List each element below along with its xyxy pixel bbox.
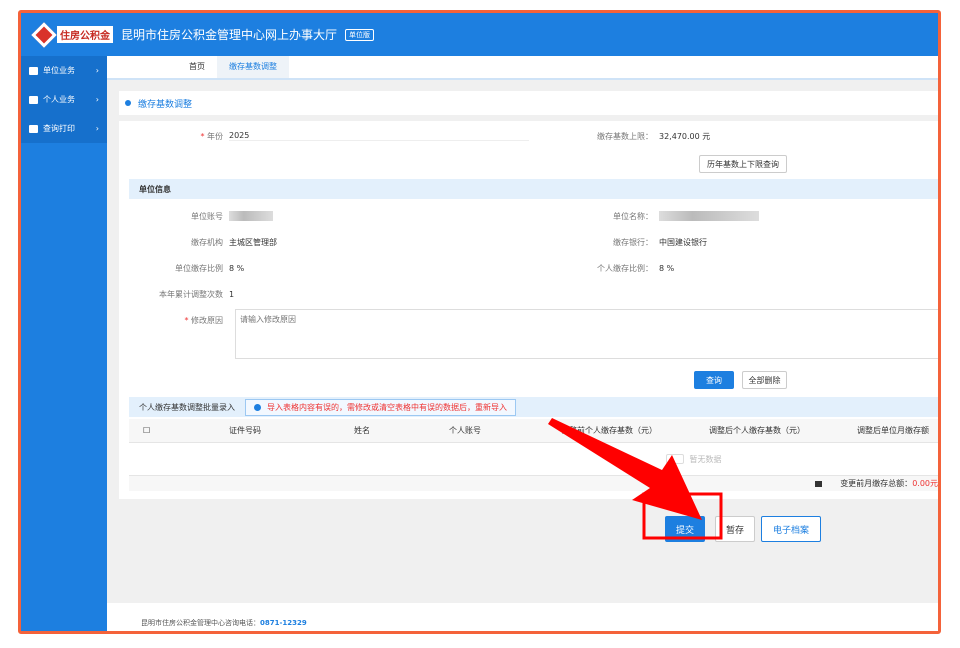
- app-window: 住房公积金 昆明市住房公积金管理中心网上办事大厅 单位版 单位业务 › 个人业务 ›…: [18, 10, 941, 634]
- query-button[interactable]: 查询: [694, 371, 734, 389]
- history-limits-button[interactable]: 历年基数上下限查询: [699, 155, 787, 173]
- agency-value: 主城区管理部: [229, 237, 277, 247]
- sidebar-item-label: 查询打印: [43, 124, 75, 133]
- year-label: * 年份: [200, 131, 223, 141]
- sidebar-item-personal[interactable]: 个人业务 ›: [21, 85, 107, 114]
- logo-icon: [31, 21, 57, 48]
- adjust-count-label: 本年累计调整次数: [159, 289, 223, 299]
- cap-label: 缴存基数上限：: [597, 131, 653, 141]
- sidebar-item-print[interactable]: 查询打印 ›: [21, 114, 107, 143]
- personal-ratio-value: 8 %: [659, 263, 675, 273]
- breadcrumb: 缴存基数调整: [119, 91, 938, 115]
- footer: 昆明市住房公积金管理中心咨询电话： 0871-12329: [107, 603, 938, 631]
- chevron-right-icon: ›: [95, 66, 99, 75]
- col-id-number: 证件号码: [229, 426, 261, 435]
- import-notice: 导入表格内容有误的，需修改或清空表格中有误的数据后，重新导入: [245, 398, 516, 416]
- total-label: 变更前月缴存总额：: [840, 479, 913, 488]
- adjust-count-value: 1: [229, 289, 235, 299]
- unit-name-value-blurred: [659, 211, 759, 221]
- tab-bar: 首页 缴存基数调整: [107, 56, 938, 80]
- bank-label: 缴存银行：: [613, 237, 653, 247]
- unit-ratio-label: 单位缴存比例: [175, 263, 223, 273]
- col-name: 姓名: [354, 426, 370, 435]
- col-personal-account: 个人账号: [449, 426, 481, 435]
- breadcrumb-label: 缴存基数调整: [138, 99, 193, 110]
- id-card-icon: [29, 66, 38, 75]
- personal-ratio-label: 个人缴存比例：: [597, 263, 653, 273]
- col-base-before: 调整前个人缴存基数（元）: [561, 426, 657, 435]
- col-unit-monthly: 调整后单位月缴存额: [857, 426, 929, 435]
- unit-name-label: 单位名称：: [613, 211, 653, 221]
- app-title: 昆明市住房公积金管理中心网上办事大厅: [121, 28, 338, 42]
- unit-account-label: 单位账号: [191, 211, 223, 221]
- info-icon: [254, 403, 261, 411]
- main: 缴存基数调整 * 年份 2025 缴存基数上限： 32,470.00 元 历年基数上…: [107, 91, 938, 631]
- empty-box-icon: [665, 454, 684, 464]
- batch-table: ☐ 证件号码 姓名 个人账号 调整前个人缴存基数（元） 调整后个人缴存基数（元）…: [129, 419, 938, 499]
- sidebar-item-unit[interactable]: 单位业务 ›: [21, 56, 107, 85]
- sidebar-item-label: 个人业务: [43, 95, 75, 104]
- logo-text: 住房公积金: [57, 26, 113, 43]
- agency-label: 缴存机构: [191, 237, 223, 247]
- section-unit-info: 单位信息: [129, 179, 938, 199]
- save-draft-button[interactable]: 暂存: [715, 516, 755, 542]
- table-icon: [815, 480, 823, 487]
- form-panel: * 年份 2025 缴存基数上限： 32,470.00 元 历年基数上下限查询 单位…: [119, 121, 938, 499]
- version-badge: 单位版: [345, 28, 375, 41]
- col-base-after: 调整后个人缴存基数（元）: [709, 426, 805, 435]
- header: 住房公积金 昆明市住房公积金管理中心网上办事大厅 单位版: [21, 13, 938, 56]
- bank-value: 中国建设银行: [659, 237, 707, 247]
- year-input[interactable]: 2025: [229, 131, 529, 141]
- hotline: 0871-12329: [260, 619, 307, 627]
- tab-home[interactable]: 首页: [177, 56, 217, 78]
- batch-section: 个人缴存基数调整批量录入 导入表格内容有误的，需修改或清空表格中有误的数据后，重…: [129, 397, 938, 417]
- total-value: 0.00元: [912, 479, 938, 488]
- logo: 住房公积金: [31, 21, 113, 48]
- summary-row: 变更前月缴存总额： 0.00元: [129, 475, 938, 491]
- batch-title: 个人缴存基数调整批量录入: [139, 402, 235, 412]
- unit-ratio-value: 8 %: [229, 263, 245, 273]
- unit-account-value-blurred: [229, 211, 273, 221]
- submit-button[interactable]: 提交: [665, 516, 705, 542]
- user-icon: [29, 95, 38, 104]
- tab-base-adjust[interactable]: 缴存基数调整: [217, 56, 289, 78]
- reason-label: * 修改原因: [184, 315, 223, 325]
- table-header: ☐ 证件号码 姓名 个人账号 调整前个人缴存基数（元） 调整后个人缴存基数（元）…: [129, 419, 938, 443]
- reason-textarea[interactable]: [235, 309, 938, 359]
- e-archive-button[interactable]: 电子档案: [761, 516, 821, 542]
- chevron-right-icon: ›: [95, 95, 99, 104]
- sidebar-item-label: 单位业务: [43, 66, 75, 75]
- select-all-checkbox[interactable]: ☐: [143, 419, 150, 443]
- delete-all-button[interactable]: 全部删除: [742, 371, 787, 389]
- empty-state: 暂无数据: [129, 443, 938, 475]
- chevron-right-icon: ›: [95, 124, 99, 133]
- document-icon: [29, 124, 38, 133]
- sidebar: 单位业务 › 个人业务 › 查询打印 ›: [21, 56, 107, 631]
- location-icon: [125, 100, 131, 106]
- cap-value: 32,470.00 元: [659, 131, 711, 141]
